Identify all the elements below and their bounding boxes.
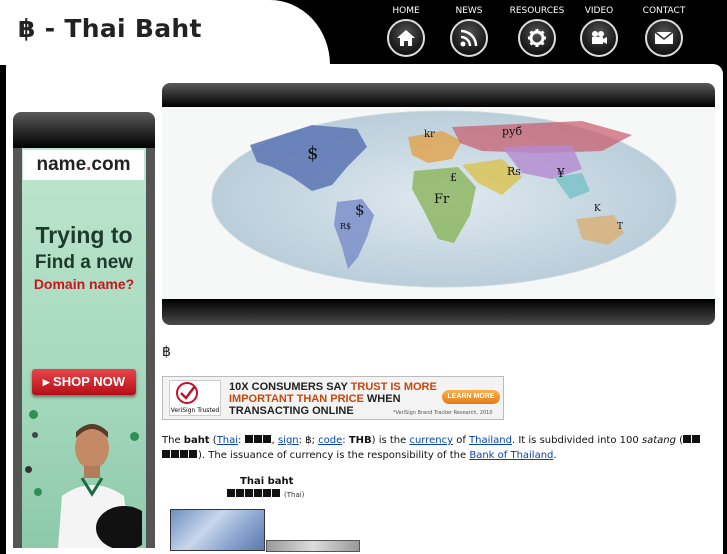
infobox-thai-name: (Thai) [227,489,304,500]
ad-logo[interactable]: name.com [23,150,144,180]
shop-now-button[interactable]: ▸ SHOP NOW [32,369,136,395]
nav-news-label[interactable]: NEWS [434,4,504,18]
ad-decor-ball [34,488,42,496]
banner-source: *VeriSign Brand Tracker Research, 2010 [393,410,493,416]
banner-highlight: IMPORTANT THAN PRICE [229,393,364,405]
video-camera-icon[interactable] [580,19,618,57]
symbol-heading: ฿ [162,344,171,360]
learn-more-button[interactable]: LEARN MORE [442,390,500,404]
infobox-title: Thai baht [240,476,294,487]
sidebar-header-bar [13,112,155,148]
verisign-badge-label: VeriSign Trusted [170,407,220,414]
svg-text:£: £ [450,171,457,184]
ad-logo-name: name [36,154,87,175]
nav-contact-label[interactable]: CONTACT [629,4,699,18]
article-text: . [553,450,557,461]
article-text: . It is subdivided into 100 [512,435,642,446]
banner-line: WHEN [363,393,401,405]
nav-news[interactable]: NEWS [434,4,504,57]
map-footer-bar [162,299,715,325]
svg-text:K: K [594,204,601,214]
ad-headline: Trying to [35,222,133,248]
rss-icon[interactable] [450,19,488,57]
ad-decor-ball [29,410,38,419]
thai-script-placeholder [227,489,281,500]
svg-text:$: $ [355,201,365,219]
infobox-language: (Thai) [284,491,305,499]
article-text: The [162,435,184,446]
thai-script-placeholder [244,435,272,446]
mail-icon[interactable] [645,19,683,57]
svg-text:kr: kr [424,129,435,140]
link-thailand[interactable]: Thailand [469,435,512,446]
article-text: of [453,435,470,446]
article-paragraph: The baht (Thai: , sign: ฿; code: THB) is… [162,433,707,463]
ad-decor-ball [32,432,38,438]
ad-logo-tld: com [91,154,131,175]
ad-decor-ball [25,466,32,473]
nav-resources[interactable]: RESOURCES [502,4,572,57]
svg-text:$: $ [307,143,318,164]
term-baht: baht [183,435,210,446]
checkmark-icon [176,382,198,404]
sidebar-ad[interactable]: name.com Trying to Find a new Domain nam… [13,148,155,548]
world-currency-map: $ $ руб kr Fr £ Rs ¥ R$ K T [162,107,715,299]
link-bank-of-thailand[interactable]: Bank of Thailand [469,450,553,461]
svg-text:¥: ¥ [556,166,565,180]
link-sign[interactable]: sign [278,435,299,446]
term-satang: satang [641,435,676,446]
nav-resources-label[interactable]: RESOURCES [502,4,572,18]
verisign-banner-ad[interactable]: VeriSign Trusted 10X CONSUMERS SAY TRUST… [162,376,504,420]
article-text: : ฿; [298,435,319,446]
title-tab: ฿ - Thai Baht [0,0,330,65]
article-text: ) is the [371,435,410,446]
svg-text:руб: руб [502,125,523,138]
svg-text:R$: R$ [340,222,351,231]
world-map-image: $ $ руб kr Fr £ Rs ¥ R$ K T [211,110,677,288]
article-text: ). The issuance of currency is the respo… [198,450,470,461]
link-thai[interactable]: Thai [217,435,238,446]
nav-video[interactable]: VIDEO [564,4,634,57]
ad-headline: Find a new [34,252,134,273]
map-header-bar [162,83,715,107]
verisign-badge: VeriSign Trusted [169,380,221,416]
banner-line: TRANSACTING ONLINE [229,405,354,417]
home-icon[interactable] [387,19,425,57]
ad-person-illustration [58,424,142,548]
nav-home-label[interactable]: HOME [371,4,441,18]
link-code[interactable]: code [318,435,342,446]
svg-text:Fr: Fr [434,192,450,207]
site-title: ฿ - Thai Baht [18,14,202,43]
article-text: ( [209,435,217,446]
banner-line: 10X CONSUMERS SAY [229,381,351,393]
svg-text:Rs: Rs [507,165,521,178]
gear-icon[interactable] [518,19,556,57]
nav-contact[interactable]: CONTACT [629,4,699,57]
link-currency[interactable]: currency [409,435,453,446]
nav-video-label[interactable]: VIDEO [564,4,634,18]
ad-panel[interactable]: name.com Trying to Find a new Domain nam… [22,148,146,548]
nav-home[interactable]: HOME [371,4,441,57]
banner-highlight: TRUST IS MORE [350,381,437,393]
coin-image [266,540,360,552]
ad-subheadline: Domain name? [33,276,135,292]
svg-text:T: T [617,222,623,232]
header: ฿ - Thai Baht HOME NEWS RESOURCES VIDEO … [0,0,727,65]
currency-code: THB [348,435,372,446]
